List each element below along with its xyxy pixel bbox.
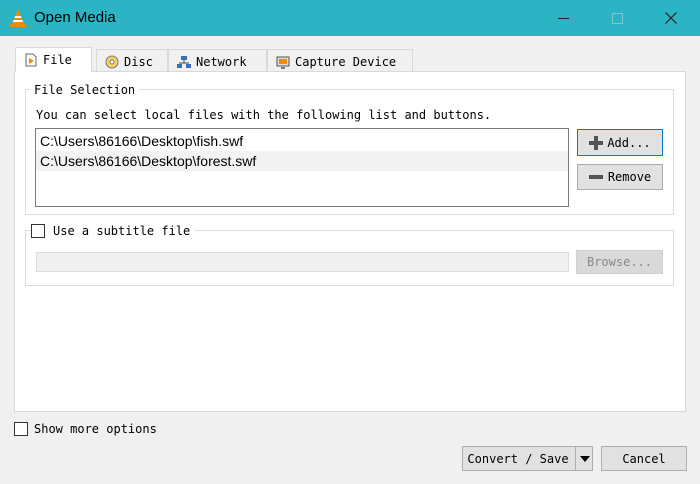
window-title: Open Media <box>34 9 116 26</box>
browse-button: Browse... <box>576 250 663 274</box>
file-selection-legend: File Selection <box>30 83 140 97</box>
show-more-options-checkbox[interactable] <box>14 422 28 436</box>
tab-file-label: File <box>43 53 72 67</box>
cancel-button-label: Cancel <box>622 451 666 466</box>
tab-capture-device-label: Capture Device <box>295 54 397 69</box>
subtitle-checkbox-label: Use a subtitle file <box>53 224 191 238</box>
show-more-options-label: Show more options <box>34 422 157 436</box>
convert-save-label: Convert / Save <box>467 451 569 466</box>
minimize-icon <box>557 17 569 19</box>
file-selection-hint: You can select local files with the foll… <box>36 108 492 122</box>
maximize-icon <box>611 12 623 24</box>
minus-icon <box>588 175 603 179</box>
close-button[interactable] <box>648 0 694 36</box>
file-list[interactable]: C:\Users\86166\Desktop\fish.swf C:\Users… <box>35 128 569 207</box>
tab-network[interactable]: Network <box>168 49 267 73</box>
subtitle-checkbox[interactable] <box>31 224 45 238</box>
vlc-cone-icon <box>10 9 26 27</box>
plus-icon <box>589 135 604 150</box>
list-item[interactable]: C:\Users\86166\Desktop\forest.swf <box>36 151 568 171</box>
add-button[interactable]: Add... <box>577 129 663 156</box>
subtitle-path-field <box>36 252 569 272</box>
cancel-button[interactable]: Cancel <box>601 446 687 471</box>
show-more-options[interactable]: Show more options <box>14 422 157 436</box>
maximize-button[interactable] <box>594 0 640 36</box>
tab-network-label: Network <box>196 54 247 69</box>
split-divider <box>574 447 576 470</box>
remove-button[interactable]: Remove <box>577 164 663 190</box>
tab-file[interactable]: File <box>15 47 92 72</box>
remove-button-label: Remove <box>607 170 652 184</box>
add-button-label: Add... <box>607 135 651 150</box>
browse-button-label: Browse... <box>586 255 653 269</box>
disc-icon <box>105 55 119 68</box>
minimize-button[interactable] <box>540 0 586 36</box>
file-icon <box>25 53 37 67</box>
tab-disc-label: Disc <box>124 54 153 69</box>
subtitle-toggle[interactable]: Use a subtitle file <box>31 224 196 238</box>
list-item[interactable]: C:\Users\86166\Desktop\fish.swf <box>36 131 568 151</box>
capture-device-icon <box>276 56 290 69</box>
tab-disc[interactable]: Disc <box>96 49 168 73</box>
close-icon <box>665 12 677 24</box>
network-icon <box>177 55 191 68</box>
title-bar: Open Media <box>0 0 700 36</box>
tab-capture-device[interactable]: Capture Device <box>267 49 413 73</box>
convert-save-button[interactable]: Convert / Save <box>462 446 593 471</box>
chevron-down-icon[interactable] <box>579 455 590 462</box>
